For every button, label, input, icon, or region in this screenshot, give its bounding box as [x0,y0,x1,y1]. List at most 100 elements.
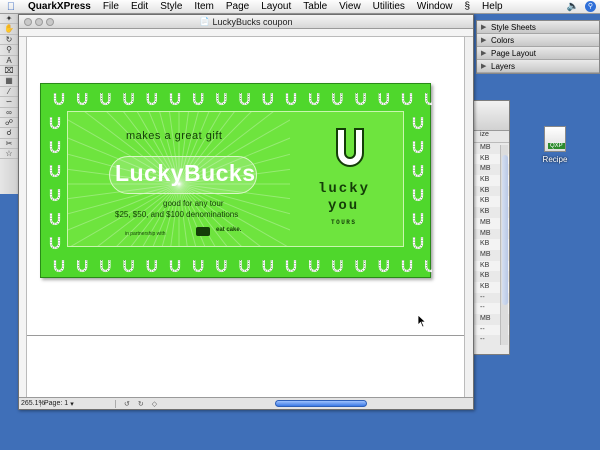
page-boundary [27,335,464,336]
coupon-artwork[interactable]: makes a great gift LuckyBucks good for a… [40,83,432,278]
horseshoe-icon [412,117,424,130]
document-title: LuckyBucks coupon [212,16,293,27]
horseshoe-icon [49,165,61,178]
scissors-tool-icon[interactable]: ✂ [0,139,18,150]
unlinking-tool-icon[interactable]: ☌ [0,128,18,139]
script-icon[interactable]: § [458,1,476,12]
picture-box-tool-icon[interactable]: ⌧ [0,66,18,77]
menu-style[interactable]: Style [154,1,188,12]
horseshoe-icon [332,260,343,273]
rotate-tool-icon[interactable]: ↻ [0,35,18,46]
horseshoe-icon [309,93,320,106]
horseshoe-icon [77,260,88,273]
size-column-header[interactable]: ize [471,131,509,143]
disclosure-triangle-icon[interactable]: ▶ [481,36,491,44]
star-tool-icon[interactable]: ☆ [0,149,18,160]
horseshoe-icon [412,165,424,178]
background-window-titlebar[interactable] [471,101,509,131]
document-vertical-scrollbar[interactable] [464,37,473,399]
palette-style-sheets[interactable]: ▶ Style Sheets [477,21,599,34]
speaker-icon[interactable]: 🔈 [567,1,579,12]
horseshoe-icon [332,93,343,106]
horseshoe-icon [169,260,181,273]
disclosure-triangle-icon[interactable]: ▶ [481,49,491,57]
tools-palette: ✦ ✋ ↻ ⚲ A ⌧ ▦ ⁄ ∽ ∞ ☍ ☌ ✂ ☆ [0,14,19,194]
redo-icon[interactable]: ↻ [138,400,144,408]
window-controls [24,18,54,26]
horseshoe-icon [412,213,424,226]
content-tool-icon[interactable]: ✋ [0,24,18,35]
menu-table[interactable]: Table [297,1,333,12]
page-popup-icon[interactable]: ▾ [70,400,74,408]
menu-utilities[interactable]: Utilities [367,1,411,12]
horseshoe-icon [193,93,204,106]
document-titlebar[interactable]: 📄 LuckyBucks coupon [19,15,473,29]
palette-page-layout[interactable]: ▶ Page Layout [477,47,599,60]
view-set-icon[interactable]: ◇ [152,400,157,408]
horseshoe-icon [53,93,65,106]
horseshoe-icon [100,93,111,106]
horizontal-scroll-thumb[interactable] [275,400,367,407]
background-window[interactable]: ize MB KB MB KB KB KB KB MB MB KB MB KB … [470,100,510,355]
bezier-line-tool-icon[interactable]: ∽ [0,97,18,108]
menu-window[interactable]: Window [411,1,459,12]
table-tool-icon[interactable]: ▦ [0,76,18,87]
scroll-thumb[interactable] [502,155,508,305]
line-tool-icon[interactable]: ⁄ [0,87,18,98]
disclosure-triangle-icon[interactable]: ▶ [481,23,491,31]
menu-layout[interactable]: Layout [255,1,297,12]
menu-file[interactable]: File [97,1,125,12]
app-menu[interactable]: QuarkXPress [22,1,97,12]
horseshoe-icon [239,260,250,273]
text-path-tool-icon[interactable]: ∞ [0,108,18,118]
text-box-tool-icon[interactable]: A [0,56,18,66]
zoom-field[interactable]: 265.1% [19,400,45,407]
palette-layers[interactable]: ▶ Layers [477,60,599,73]
menu-bar:  QuarkXPress File Edit Style Item Page … [0,0,600,14]
undo-icon[interactable]: ↺ [124,400,130,408]
horseshoe-icon [146,260,157,273]
floating-palettes: ▶ Style Sheets ▶ Colors ▶ Page Layout ▶ Laye… [476,20,600,74]
linking-tool-icon[interactable]: ☍ [0,118,18,129]
status-bar: 265.1% Page: 1 ▾ ↺ ↻ ◇ [19,397,473,409]
menu-item[interactable]: Item [188,1,219,12]
desktop-file-icon[interactable]: Recipe [538,126,572,164]
vertical-scrollbar[interactable] [500,145,508,345]
horseshoe-icon [49,213,61,226]
zoom-tool-icon[interactable]: ⚲ [0,45,18,56]
horseshoe-icon [309,260,320,273]
coupon-inner-panel: makes a great gift LuckyBucks good for a… [67,111,404,247]
horizontal-ruler[interactable] [19,29,473,37]
logo-word-you: you [328,198,360,214]
apple-menu-icon[interactable]:  [0,1,22,13]
palette-colors[interactable]: ▶ Colors [477,34,599,47]
horseshoe-icon [49,141,61,154]
menu-view[interactable]: View [333,1,367,12]
horseshoe-icon [77,93,88,106]
coupon-denominations: $25, $50, and $100 denominations [115,210,239,219]
menu-edit[interactable]: Edit [125,1,154,12]
horseshoe-icon [216,93,227,106]
horseshoe-icon [355,260,366,273]
close-button[interactable] [24,18,32,26]
pointer-tool-icon[interactable]: ✦ [0,14,18,25]
disclosure-triangle-icon[interactable]: ▶ [481,62,491,70]
minimize-button[interactable] [35,18,43,26]
horseshoe-icon [49,189,61,202]
menu-page[interactable]: Page [220,1,255,12]
quark-document-icon[interactable] [544,126,566,152]
horseshoe-icon [146,93,157,106]
zoom-button[interactable] [46,18,54,26]
page-indicator[interactable]: Page: 1 ▾ [41,399,116,408]
search-icon[interactable]: ⚲ [585,1,596,12]
horseshoe-icon [412,237,424,250]
horseshoe-icon [239,93,250,106]
logo-word-lucky: lucky [318,181,371,197]
horseshoe-icon [355,93,366,106]
page-number[interactable]: 1 [64,400,68,408]
horseshoe-logo-icon [336,128,364,167]
horseshoe-icon [401,93,413,106]
desktop-icon-label[interactable]: Recipe [538,155,572,164]
menu-help[interactable]: Help [476,1,509,12]
vertical-ruler[interactable] [19,37,27,399]
